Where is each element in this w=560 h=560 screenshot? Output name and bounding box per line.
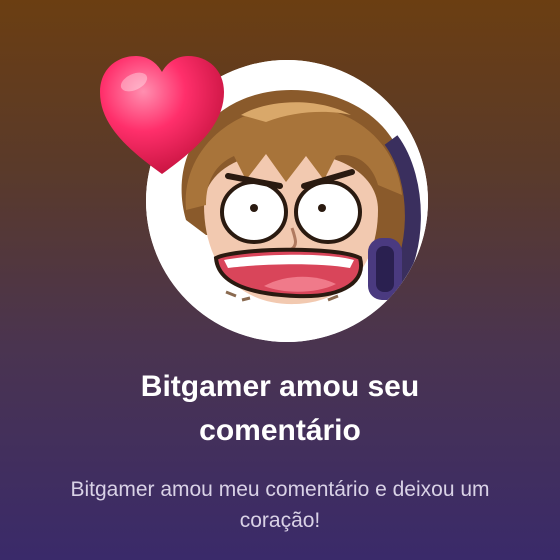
heart-icon [96,52,228,180]
love-reaction-card: Bitgamer amou seu comentário Bitgamer am… [0,0,560,560]
notification-title: Bitgamer amou seu comentário [140,370,420,447]
notification-message: Bitgamer amou meu comentário e deixou um… [70,478,490,532]
